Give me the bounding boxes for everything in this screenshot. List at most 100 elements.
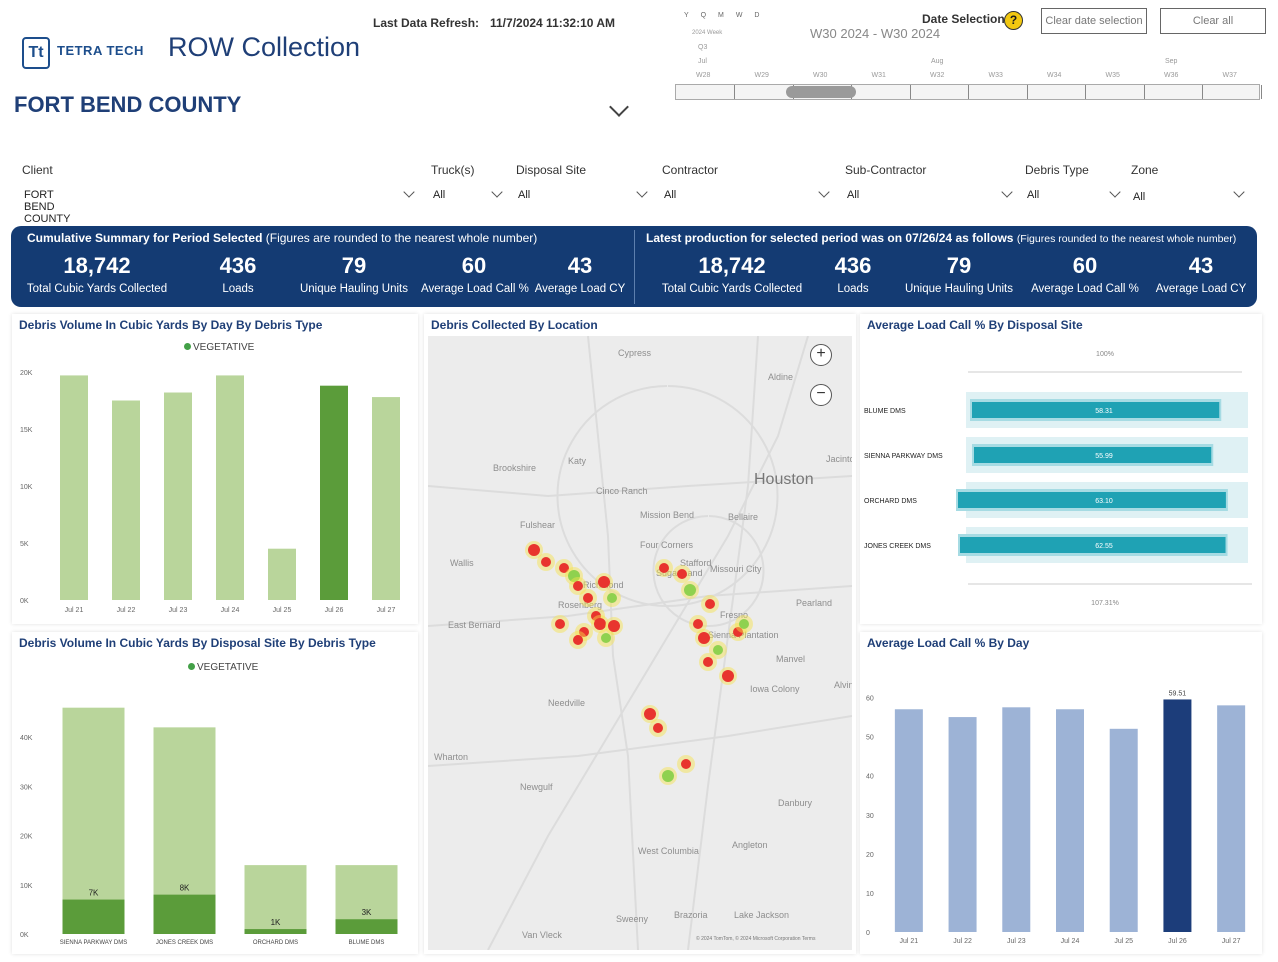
- filter-disposal-site[interactable]: Disposal Site All: [516, 163, 648, 201]
- zoom-in-icon[interactable]: +: [810, 344, 832, 366]
- kpi-total-cubic-yards: 18,742 Total Cubic Yards Collected: [25, 253, 169, 295]
- chart-panel-volume-by-site: Debris Volume In Cubic Yards By Disposal…: [12, 632, 418, 954]
- chevron-down-icon[interactable]: [609, 97, 629, 117]
- data-label: 1K: [271, 918, 281, 927]
- filter-debris-type-value[interactable]: All: [1027, 189, 1039, 201]
- data-label: 55.99: [1095, 453, 1113, 460]
- filter-client-value[interactable]: FORT BEND COUNTY: [24, 189, 70, 225]
- chart-svg: 100% 107.31% 58.31 BLUME DMS 55.99 SIENNA PAR…: [864, 351, 1252, 607]
- timeline-tick: [1085, 85, 1086, 99]
- x-tick-label: Jul 22: [117, 607, 136, 614]
- filter-sub-contractor-value[interactable]: All: [847, 189, 859, 201]
- timeline-week-label[interactable]: W32: [930, 72, 944, 79]
- filter-disposal-site-value[interactable]: All: [518, 189, 530, 201]
- map-city-label: Pearland: [796, 598, 832, 608]
- heat-point: [698, 632, 710, 644]
- kpi-label: Total Cubic Yards Collected: [661, 283, 803, 295]
- hierarchy-day[interactable]: D: [754, 12, 759, 19]
- y-tick-label: 5K: [20, 541, 29, 548]
- timeline-scrollbar[interactable]: [675, 84, 1262, 100]
- kpi-value: 43: [1188, 253, 1214, 278]
- bar: [894, 709, 923, 932]
- timeline-week-label[interactable]: W31: [872, 72, 886, 79]
- help-icon[interactable]: ?: [1004, 11, 1023, 30]
- heat-point: [644, 708, 656, 720]
- heat-point: [693, 619, 703, 629]
- filter-zone[interactable]: Zone All: [1131, 163, 1245, 203]
- map-city-label: Aldine: [768, 372, 793, 382]
- tetra-tech-logo-mark: Tt: [22, 37, 50, 69]
- x-tick-label: Jul 26: [1168, 938, 1187, 945]
- map-city-label: West Columbia: [638, 846, 699, 856]
- bar: [960, 537, 1226, 553]
- filter-client-label: Client: [22, 163, 53, 177]
- filter-trucks[interactable]: Truck(s) All: [431, 163, 503, 201]
- x-tick-label: JONES CREEK DMS: [156, 940, 213, 946]
- timeline-week-label[interactable]: W34: [1047, 72, 1061, 79]
- heat-point: [573, 581, 583, 591]
- timeline-week-label[interactable]: W36: [1164, 72, 1178, 79]
- hierarchy-month[interactable]: M: [718, 12, 724, 19]
- map-city-label: Cinco Ranch: [596, 486, 648, 496]
- timeline-week-label[interactable]: W37: [1223, 72, 1237, 79]
- heat-point: [598, 576, 610, 588]
- cumulative-summary-heading: Cumulative Summary for Period Selected (…: [27, 231, 537, 245]
- hierarchy-week[interactable]: W: [736, 12, 743, 19]
- bar: [244, 929, 307, 934]
- x-tick-label: Jul 24: [221, 607, 240, 614]
- kpi-latest-average-load-cy: 43 Average Load CY: [1153, 253, 1249, 295]
- kpi-label: Average Load Call %: [421, 283, 529, 295]
- chart-panel-load-call-by-day: Average Load Call % By Day 0 10 20 30 40 50 60…: [860, 632, 1262, 954]
- filter-contractor[interactable]: Contractor All: [662, 163, 830, 201]
- kpi-label: Loads: [837, 283, 869, 295]
- data-label: 3K: [362, 908, 372, 917]
- hierarchy-quarter[interactable]: Q: [701, 12, 706, 19]
- map-canvas[interactable]: Cypress Aldine Brookshire Katy Cinco Ranch Ho…: [428, 336, 852, 950]
- map-attribution: © 2024 TomTom, © 2024 Microsoft Corporat…: [696, 936, 816, 942]
- heat-point: [573, 635, 583, 645]
- timeline-selection-handle[interactable]: [786, 86, 856, 98]
- heat-point: [594, 618, 606, 630]
- chart-svg: 0K 5K 10K 15K 20K Jul 21 Jul 22 Jul 23 Jul 24 Jul…: [20, 370, 400, 614]
- kpi-label: Total Cubic Yards Collected: [26, 283, 168, 295]
- hierarchy-year[interactable]: Y: [684, 12, 689, 19]
- chart-panel-load-call-by-site: Average Load Call % By Disposal Site 100…: [860, 314, 1262, 624]
- timeline-week-label[interactable]: W30: [813, 72, 827, 79]
- data-label: 58.31: [1095, 408, 1113, 415]
- map-city-label: Bellaire: [728, 512, 758, 522]
- y-tick-label: 40: [866, 774, 874, 781]
- date-hierarchy-selector[interactable]: Y Q M W D: [684, 12, 769, 19]
- filter-zone-value[interactable]: All: [1133, 191, 1145, 203]
- bar: [320, 385, 348, 600]
- category-label: SIENNA PARKWAY DMS: [864, 453, 943, 460]
- timeline-week-label[interactable]: W28: [696, 72, 710, 79]
- clear-all-button[interactable]: Clear all: [1160, 8, 1266, 34]
- summary-divider: [634, 230, 635, 304]
- filter-client[interactable]: Client FORT BEND COUNTY: [22, 163, 415, 225]
- timeline-month-label: Sep: [1165, 58, 1178, 65]
- bar: [1109, 728, 1138, 932]
- y-tick-label: 0: [866, 930, 870, 937]
- filter-disposal-site-label: Disposal Site: [516, 163, 587, 177]
- filter-sub-contractor[interactable]: Sub-Contractor All: [845, 163, 1013, 201]
- filter-debris-type[interactable]: Debris Type All: [1025, 163, 1121, 201]
- bar: [1163, 699, 1192, 932]
- heat-point: [653, 723, 663, 733]
- heat-point: [703, 657, 713, 667]
- heat-point: [677, 569, 687, 579]
- map-city-label: Lake Jackson: [734, 910, 789, 920]
- timeline-week-label[interactable]: W33: [989, 72, 1003, 79]
- timeline-week-label[interactable]: W29: [755, 72, 769, 79]
- x-tick-label: Jul 25: [273, 607, 292, 614]
- map-city-label: Van Vleck: [522, 930, 562, 940]
- kpi-latest-total-cubic-yards: 18,742 Total Cubic Yards Collected: [660, 253, 804, 295]
- filter-contractor-value[interactable]: All: [664, 189, 676, 201]
- axis-top-label: 100%: [1096, 351, 1114, 358]
- filter-trucks-value[interactable]: All: [433, 189, 445, 201]
- zoom-out-icon[interactable]: −: [810, 384, 832, 406]
- heat-point: [583, 593, 593, 603]
- timeline-week-label[interactable]: W35: [1106, 72, 1120, 79]
- clear-date-selection-button[interactable]: Clear date selection: [1041, 8, 1147, 34]
- bar: [1002, 707, 1031, 932]
- heat-point: [528, 544, 540, 556]
